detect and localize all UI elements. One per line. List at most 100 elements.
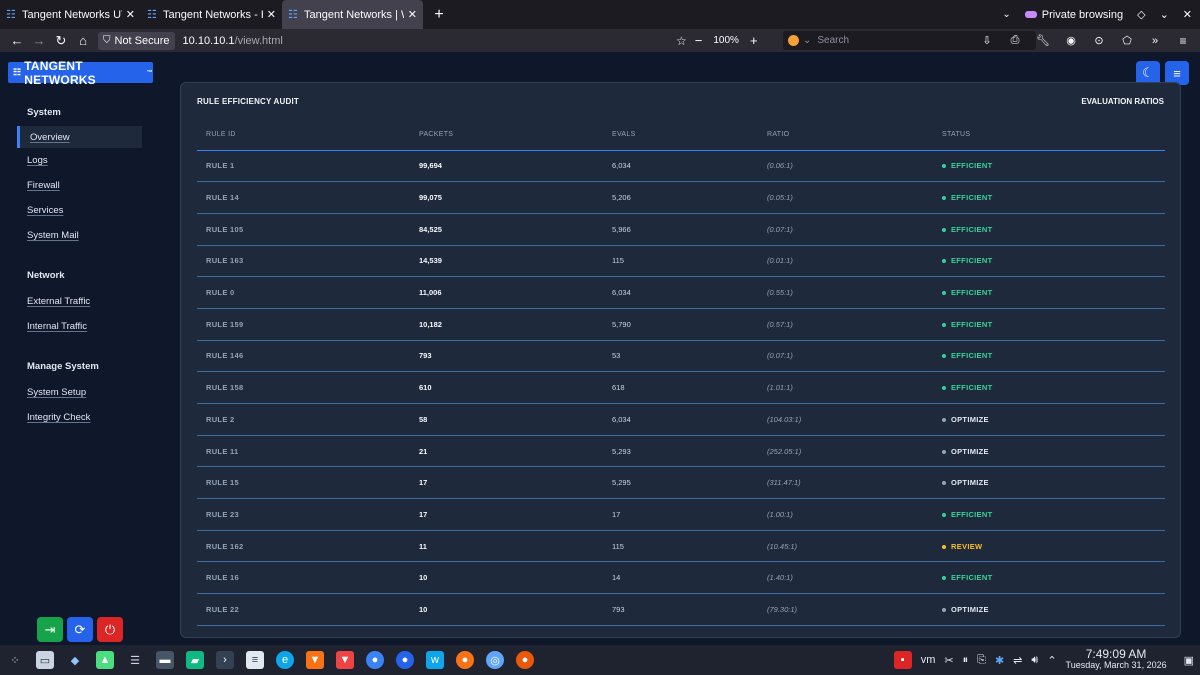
zoom-level[interactable]: 100% (710, 35, 742, 46)
firefox-dev-icon[interactable]: ● (366, 651, 384, 669)
extensions-icon[interactable]: ⬠ (1116, 31, 1138, 51)
text-editor-icon[interactable]: ≡ (246, 651, 264, 669)
task-manager-icon[interactable]: ☰ (126, 651, 144, 669)
close-tab-icon[interactable]: ✕ (267, 8, 276, 21)
rule-table: RULE ID PACKETS EVALS RATIO STATUS RULE … (197, 120, 1165, 626)
app-launcher-icon[interactable]: ⁘ (6, 651, 24, 669)
sidebar-item-firewall[interactable]: Firewall (0, 173, 170, 198)
clock[interactable]: 7:49:09 AM Tuesday, March 31, 2026 (1066, 648, 1167, 671)
tab-title: Tangent Networks - Home (163, 8, 263, 21)
evals-cell: 5,206 (603, 181, 758, 214)
volume-icon[interactable]: 🔊︎ (1031, 654, 1038, 667)
clipboard-icon[interactable]: ⎘ (977, 654, 986, 667)
usb-icon[interactable]: ⇌ (1013, 654, 1022, 667)
tray-vm-icon[interactable]: vm (921, 654, 936, 666)
evals-cell: 53 (603, 340, 758, 373)
zoom-in-button[interactable]: + (750, 33, 758, 48)
home-icon[interactable]: ⌂ (72, 31, 94, 51)
packets-cell: 11 (410, 530, 603, 563)
status-dot-icon (942, 576, 946, 581)
new-tab-button[interactable]: + (427, 3, 451, 27)
wrench-icon[interactable]: 🔧︎ (1032, 31, 1054, 51)
browser-tab-1[interactable]: ☷ Tangent Networks UTM — ✕ (0, 0, 141, 29)
tab-list-chevron-icon[interactable]: ⌄ (1002, 9, 1010, 20)
evals-cell: 5,790 (603, 308, 758, 341)
close-tab-icon[interactable]: ✕ (126, 8, 135, 21)
brave-beta-icon[interactable]: ▼ (336, 651, 354, 669)
rule-id-cell: RULE 23 (197, 498, 410, 531)
window-close-button[interactable]: ✕ (1183, 8, 1192, 21)
rule-id-cell: RULE 1 (197, 150, 410, 183)
desktop-icon[interactable]: ▭ (36, 651, 54, 669)
status-cell: REVIEW (933, 530, 1165, 563)
search-engine-chevron-icon[interactable]: ⌄ (803, 35, 811, 46)
sidebar-item-logs[interactable]: Logs (0, 148, 170, 173)
security-indicator[interactable]: ⛉ Not Secure (98, 31, 175, 50)
browser-tab-strip: ☷ Tangent Networks UTM — ✕ ☷ Tangent Net… (0, 0, 1200, 29)
brave-browser-icon[interactable]: ▼ (306, 651, 324, 669)
sidebar-item-services[interactable]: Services (0, 198, 170, 223)
status-badge: EFFICIENT (951, 383, 993, 393)
table-row: RULE 23 17 17 (1.00:1) EFFICIENT (197, 498, 1165, 531)
brand-logo[interactable]: ☷ TANGENT NETWORKS ™ (8, 59, 153, 87)
evals-cell: 17 (603, 498, 758, 531)
media-pause-icon[interactable]: ⏸ (963, 654, 969, 667)
sidebar-item-system-mail[interactable]: System Mail (0, 223, 170, 248)
sidebar-item-external-traffic[interactable]: External Traffic (0, 289, 170, 314)
back-arrow-icon[interactable]: ← (6, 31, 28, 51)
file-manager-icon[interactable]: ▰ (186, 651, 204, 669)
firefox-nightly-icon[interactable]: ● (396, 651, 414, 669)
status-badge: EFFICIENT (951, 351, 993, 361)
window-minimize-icon[interactable]: ◇ (1137, 8, 1145, 21)
image-viewer-icon[interactable]: ▲ (96, 651, 114, 669)
browser-tab-3[interactable]: ☷ Tangent Networks | Web i ✕ (282, 0, 423, 29)
moon-icon: ☾ (1142, 65, 1154, 80)
browser-tab-2[interactable]: ☷ Tangent Networks - Home ✕ (141, 0, 282, 29)
system-monitor-icon[interactable]: ▬ (156, 651, 174, 669)
forward-arrow-icon[interactable]: → (28, 31, 50, 51)
ratio-cell: (0.07:1) (758, 340, 933, 373)
sidebar-heading: Manage System (27, 361, 99, 372)
show-desktop-icon[interactable]: ▣ (1184, 654, 1194, 667)
brand-trademark: ™ (146, 69, 153, 76)
chromium-icon[interactable]: ◎ (486, 651, 504, 669)
app-menu-icon[interactable]: ≡ (1172, 31, 1194, 51)
browser-edge-icon[interactable]: e (276, 651, 294, 669)
close-tab-icon[interactable]: ✕ (408, 8, 417, 21)
search-placeholder: Search (817, 35, 850, 46)
tray-app-icon[interactable]: ▪ (893, 651, 912, 669)
rule-id-cell: RULE 16 (197, 561, 410, 595)
bookmark-star-icon[interactable]: ☆ (676, 34, 687, 48)
sidebar-item-system-setup[interactable]: System Setup (0, 380, 170, 405)
sidebar-item-integrity-check[interactable]: Integrity Check (0, 405, 170, 430)
window-minimize-button[interactable]: ⌄ (1160, 8, 1169, 21)
ratio-cell: (252.05:1) (758, 435, 933, 468)
url-text[interactable]: 10.10.10.1/view.html (183, 35, 283, 47)
zoom-out-button[interactable]: − (695, 33, 703, 48)
scissors-icon[interactable]: ✂ (944, 654, 953, 667)
packets-cell: 84,525 (410, 213, 603, 246)
overflow-chevrons-icon[interactable]: » (1144, 31, 1166, 51)
print-icon[interactable]: ⎙ (1004, 31, 1026, 51)
power-button[interactable]: ⏻ (97, 617, 123, 642)
firefox-icon[interactable]: ● (456, 651, 474, 669)
sidebar-item-internal-traffic[interactable]: Internal Traffic (0, 314, 170, 339)
librewolf-icon[interactable]: ● (516, 651, 534, 669)
save-to-pocket-icon[interactable]: ⇩ (976, 31, 998, 51)
bluetooth-icon[interactable]: ✱ (995, 654, 1004, 667)
sidebar-item-overview[interactable]: Overview (17, 126, 142, 148)
reload-icon[interactable]: ↻ (50, 31, 72, 51)
refresh-button[interactable]: ⟳ (67, 617, 93, 642)
terminal-icon[interactable]: › (216, 651, 234, 669)
status-dot-icon (942, 512, 946, 517)
search-engine-icon[interactable] (788, 35, 799, 46)
account-icon[interactable]: ◉ (1060, 31, 1082, 51)
waterfox-icon[interactable]: w (426, 651, 444, 669)
tray-expand-icon[interactable]: ⌃ (1047, 654, 1056, 667)
packets-cell: 99,075 (410, 181, 603, 214)
column-header-ratio: RATIO (758, 120, 933, 151)
logout-button[interactable]: ⇥ (37, 617, 63, 642)
screenshot-icon[interactable]: ⊙ (1088, 31, 1110, 51)
fish-icon[interactable]: ◆ (66, 651, 84, 669)
shield-icon: ⛉ (103, 35, 111, 46)
